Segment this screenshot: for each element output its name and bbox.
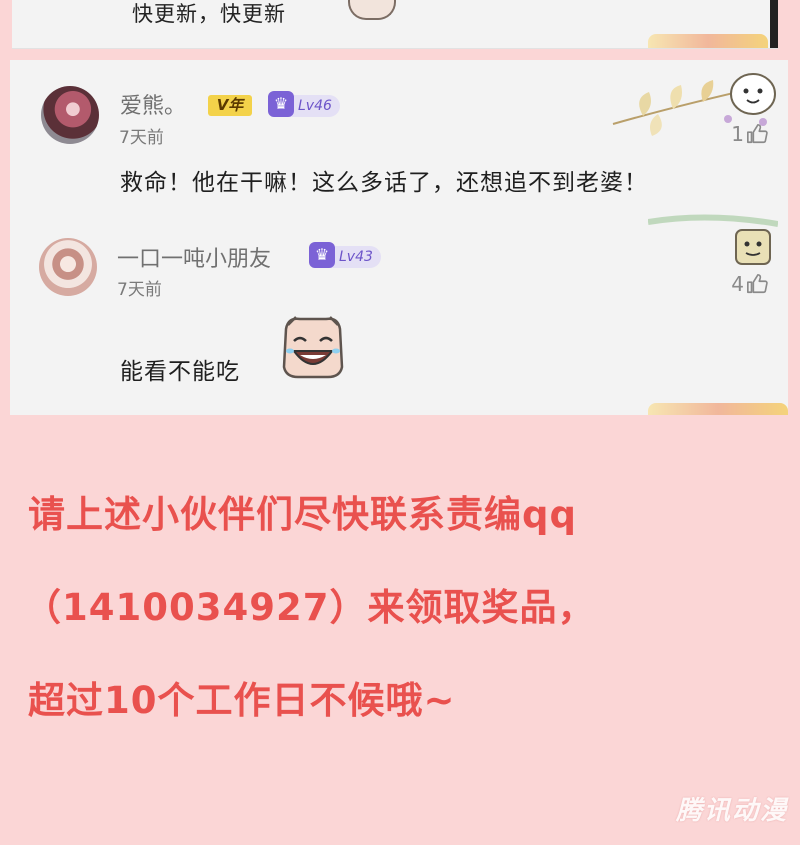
- like-button[interactable]: 1: [731, 122, 768, 146]
- comment-text: 救命！他在干嘛！这么多话了，还想追不到老婆！: [120, 170, 648, 196]
- notice-line: （1410034927）来领取奖品，: [24, 586, 596, 629]
- level-text: Lv46: [298, 98, 332, 114]
- avatar[interactable]: [41, 86, 99, 144]
- level-text: Lv43: [339, 249, 373, 265]
- comment-text: 能看不能吃: [120, 359, 240, 385]
- notice-line: 请上述小伙伴们尽快联系责编qq: [28, 493, 577, 536]
- comments-card: 爱熊。 V年 ♛ Lv46 7天前 1 救命！他在干嘛！这么多话了，还想追不到老…: [10, 60, 788, 415]
- like-count: 4: [731, 272, 744, 296]
- previous-comment-card: 快更新，快更新: [12, 0, 778, 49]
- card-edge: [770, 0, 778, 48]
- previous-comment-text: 快更新，快更新: [132, 2, 286, 26]
- comment-time: 7天前: [117, 280, 162, 300]
- vip-badge: V年: [208, 95, 252, 116]
- tencent-comics-logo: 腾讯动漫: [675, 796, 788, 826]
- username[interactable]: 爱熊。: [120, 88, 186, 120]
- like-button[interactable]: 4: [731, 272, 768, 296]
- laughing-sticker-icon: [282, 316, 344, 379]
- comment-time: 7天前: [119, 128, 164, 148]
- avatar[interactable]: [39, 238, 97, 296]
- thumb-up-icon: [747, 124, 768, 144]
- level-badge: ♛ Lv46: [268, 91, 340, 117]
- crown-icon: ♛: [268, 91, 294, 117]
- username[interactable]: 一口一吨小朋友: [117, 241, 271, 273]
- decoration-strip: [648, 403, 788, 415]
- sticker-icon: [348, 0, 396, 20]
- level-badge: ♛ Lv43: [309, 242, 381, 268]
- crown-icon: ♛: [309, 242, 335, 268]
- thumb-up-icon: [747, 274, 768, 294]
- notice-line: 超过10个工作日不候哦~: [28, 679, 456, 722]
- decoration-strip: [648, 34, 768, 48]
- like-count: 1: [731, 122, 744, 146]
